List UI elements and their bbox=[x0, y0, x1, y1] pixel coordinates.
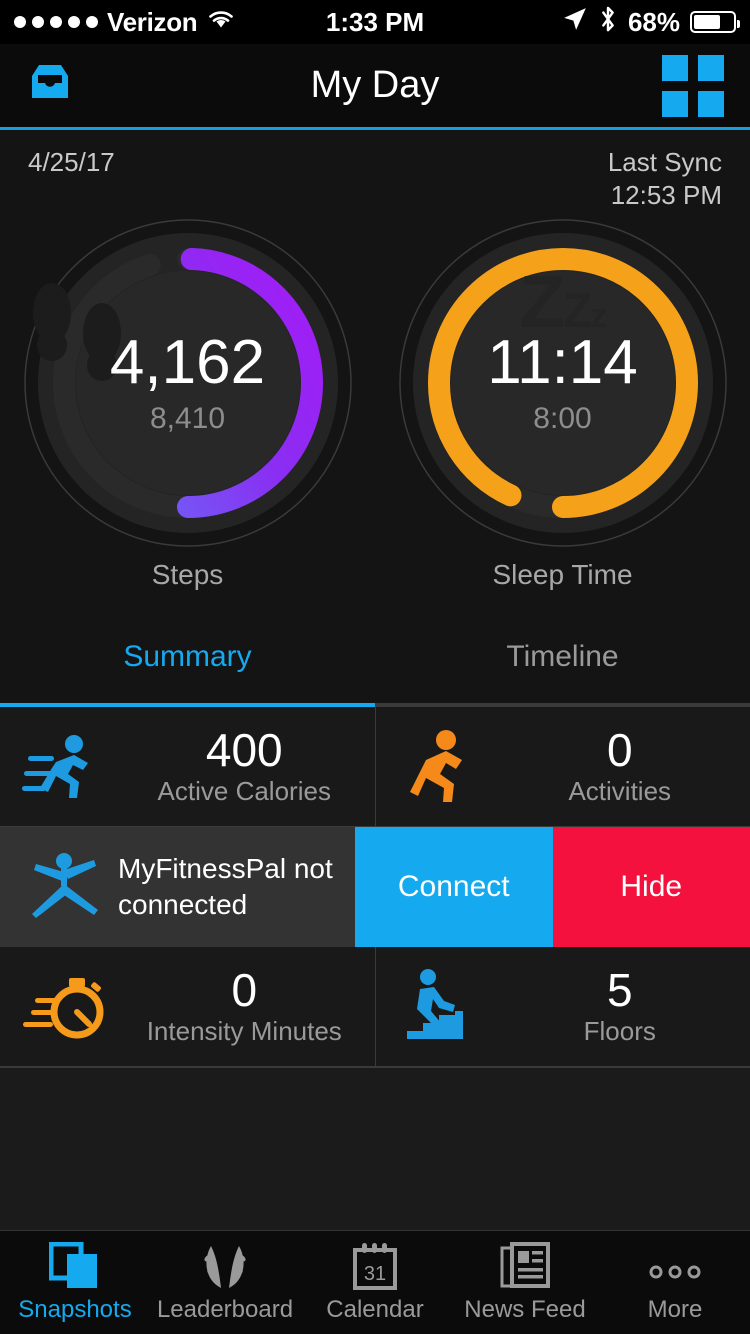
tabbar-item-leaderboard[interactable]: Leaderboard bbox=[150, 1242, 300, 1324]
last-sync-time: 12:53 PM bbox=[610, 179, 722, 210]
steps-label: Steps bbox=[151, 559, 224, 590]
tabbar-label: Leaderboard bbox=[156, 1295, 294, 1323]
stats-grid: 400 Active Calories 0 Activities MyFitne… bbox=[0, 707, 750, 1067]
carrier-label: Verizon bbox=[107, 6, 198, 37]
stat-intensity-minutes[interactable]: 0 Intensity Minutes bbox=[0, 947, 375, 1067]
last-sync-label: Last Sync bbox=[607, 147, 722, 177]
steps-value: 4,162 bbox=[109, 328, 266, 397]
status-bar-left: Verizon bbox=[14, 7, 236, 38]
sleep-goal: 8:00 bbox=[533, 402, 592, 435]
battery-percent-label: 68% bbox=[627, 6, 680, 37]
sleep-ring-graphic: ZZz 11:14 8:00 bbox=[393, 213, 733, 553]
tabbar-label: Snapshots bbox=[18, 1295, 132, 1323]
wifi-icon bbox=[206, 7, 236, 38]
empty-area bbox=[0, 1067, 750, 1233]
stairs-climber-icon bbox=[376, 967, 506, 1047]
ring-steps[interactable]: 4,162 8,410 Steps bbox=[0, 211, 375, 611]
myfitnesspal-info: MyFitnessPal not connected bbox=[0, 827, 355, 947]
stat-active-calories[interactable]: 400 Active Calories bbox=[0, 707, 375, 827]
stat-label: Activities bbox=[568, 776, 672, 807]
steps-goal: 8,410 bbox=[149, 402, 226, 435]
sleep-ring-center: 11:14 8:00 bbox=[393, 213, 733, 553]
tabbar-label: More bbox=[647, 1295, 703, 1323]
stats-row-3: 0 Intensity Minutes 5 Floors bbox=[0, 947, 750, 1067]
tabbar-item-news-feed[interactable]: News Feed bbox=[450, 1241, 600, 1324]
laurel-wreath-icon bbox=[199, 1242, 251, 1290]
stat-label: Intensity Minutes bbox=[146, 1016, 342, 1047]
content-tabs: Summary Timeline bbox=[0, 611, 750, 703]
status-bar-right: 68% bbox=[562, 5, 740, 40]
jumping-person-icon bbox=[24, 848, 104, 927]
sleep-value: 11:14 bbox=[487, 328, 638, 397]
stat-intensity-minutes-text: 0 Intensity Minutes bbox=[130, 966, 375, 1047]
tabbar-label: Calendar bbox=[326, 1295, 424, 1323]
ellipsis-icon bbox=[646, 1242, 704, 1290]
last-sync-block: Last Sync 12:53 PM bbox=[608, 146, 722, 211]
stat-activities[interactable]: 0 Activities bbox=[374, 707, 750, 827]
grid-squares-icon[interactable] bbox=[662, 54, 724, 117]
rings-row: 4,162 8,410 Steps ZZz 11:14 8:00 Sleep T… bbox=[0, 211, 750, 611]
tabbar-item-calendar[interactable]: 31 Calendar bbox=[300, 1242, 450, 1324]
inbox-tray-icon[interactable] bbox=[26, 62, 74, 109]
stat-value: 0 bbox=[606, 723, 633, 776]
hide-button[interactable]: Hide bbox=[552, 827, 750, 947]
steps-ring-center: 4,162 8,410 bbox=[18, 213, 358, 553]
tabbar-item-snapshots[interactable]: Snapshots bbox=[0, 1241, 150, 1324]
app-header: My Day bbox=[0, 44, 750, 130]
battery-icon bbox=[690, 11, 740, 33]
stat-value: 5 bbox=[606, 963, 633, 1016]
tab-timeline[interactable]: Timeline bbox=[375, 611, 750, 703]
page-title: My Day bbox=[310, 64, 440, 106]
stat-floors[interactable]: 5 Floors bbox=[374, 947, 750, 1067]
myfitnesspal-message: MyFitnessPal not connected bbox=[118, 852, 333, 920]
tab-summary[interactable]: Summary bbox=[0, 611, 375, 703]
calendar-31-icon: 31 bbox=[351, 1242, 399, 1290]
running-person-icon bbox=[0, 730, 130, 804]
snapshots-cards-icon bbox=[49, 1241, 101, 1290]
stat-activities-text: 0 Activities bbox=[506, 726, 750, 807]
stat-label: Floors bbox=[583, 1016, 656, 1047]
myfitnesspal-row: MyFitnessPal not connected Connect Hide bbox=[0, 827, 750, 947]
bottom-tab-bar: Snapshots Leaderboard 31 Calendar News F… bbox=[0, 1230, 750, 1334]
current-date-label: 4/25/17 bbox=[28, 147, 115, 177]
stat-active-calories-text: 400 Active Calories bbox=[130, 726, 375, 807]
stopwatch-icon bbox=[0, 970, 130, 1044]
newspaper-icon bbox=[500, 1241, 550, 1290]
stat-label: Active Calories bbox=[157, 776, 331, 807]
tabbar-item-more[interactable]: More bbox=[600, 1242, 750, 1324]
svg-text:31: 31 bbox=[364, 1263, 386, 1285]
sync-row: 4/25/17 Last Sync 12:53 PM bbox=[0, 130, 750, 211]
ring-sleep[interactable]: ZZz 11:14 8:00 Sleep Time bbox=[375, 211, 750, 611]
connect-button[interactable]: Connect bbox=[355, 827, 553, 947]
bluetooth-icon bbox=[598, 5, 618, 40]
sleep-label: Sleep Time bbox=[492, 559, 633, 590]
stat-floors-text: 5 Floors bbox=[506, 966, 750, 1047]
stats-row-1: 400 Active Calories 0 Activities bbox=[0, 707, 750, 827]
steps-ring-graphic: 4,162 8,410 bbox=[18, 213, 358, 553]
status-bar: Verizon 1:33 PM 68% bbox=[0, 0, 750, 44]
location-arrow-icon bbox=[562, 6, 588, 39]
signal-strength-icon bbox=[14, 16, 98, 28]
running-person-icon bbox=[376, 728, 506, 806]
stat-value: 400 bbox=[205, 723, 283, 776]
stat-value: 0 bbox=[231, 963, 258, 1016]
app-root: Verizon 1:33 PM 68% My Day 4/25/17 Last … bbox=[0, 0, 750, 1334]
tabbar-label: News Feed bbox=[464, 1295, 586, 1323]
